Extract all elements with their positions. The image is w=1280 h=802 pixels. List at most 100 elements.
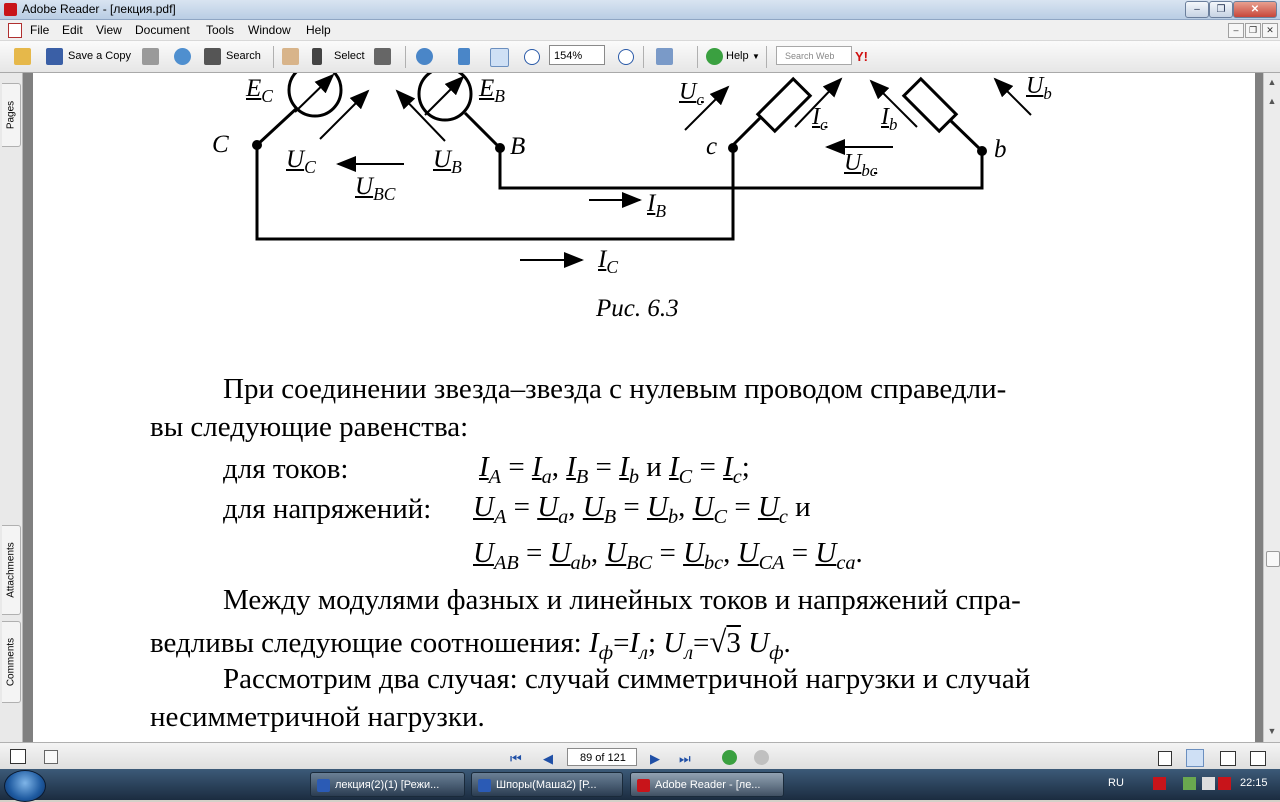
select-button[interactable]: Select	[334, 46, 365, 67]
label-ubc: UBC	[355, 173, 396, 204]
binoculars-icon	[204, 48, 221, 65]
label-node-b-load: b	[994, 136, 1007, 163]
taskbar-item-word-2[interactable]: Шпоры(Маша2) [Р...	[471, 772, 623, 797]
print-icon[interactable]	[142, 48, 159, 65]
help-icon[interactable]	[706, 48, 723, 65]
menu-help[interactable]: Help	[306, 23, 331, 37]
help-button[interactable]: Help	[726, 46, 749, 67]
restore-button[interactable]: ❐	[1209, 1, 1233, 18]
zoom-level-value: 154%	[554, 50, 583, 62]
clock[interactable]: 22:15	[1240, 777, 1268, 789]
tab-pages[interactable]: Pages	[2, 83, 21, 147]
status-bar: ⏮ ◀ 89 of 121 ▶ ⏭	[0, 742, 1280, 770]
hand-tool-icon[interactable]	[282, 48, 299, 65]
window-title: Adobe Reader - [лекция.pdf]	[22, 2, 176, 16]
yahoo-icon[interactable]: Y!	[855, 46, 868, 67]
tray-flag-icon[interactable]	[1153, 777, 1166, 790]
zoom-in-circle-icon[interactable]	[618, 49, 634, 65]
last-page-icon[interactable]: ⏭	[679, 751, 691, 767]
arrow-ub	[395, 89, 446, 142]
doc-minimize-button[interactable]: ‒	[1228, 23, 1244, 38]
menu-view[interactable]: View	[96, 23, 122, 37]
adobe-reader-icon	[4, 3, 17, 16]
save-icon[interactable]	[46, 48, 63, 65]
next-page-icon[interactable]: ▶	[650, 751, 660, 767]
scroll-up-page-icon[interactable]: ▲	[1266, 95, 1278, 107]
menu-file[interactable]: File	[30, 23, 49, 37]
label-eb: EB	[479, 75, 505, 106]
menu-window[interactable]: Window	[248, 23, 291, 37]
doc-close-button[interactable]: ✕	[1262, 23, 1278, 38]
go-back-icon[interactable]	[722, 750, 737, 765]
email-icon[interactable]	[174, 48, 191, 65]
wire-c-leg	[255, 106, 299, 147]
toolbar-divider	[766, 46, 767, 68]
paragraph-2-line-1: Между модулями фазных и линейных токов и…	[223, 584, 1021, 616]
paragraph-2-line-2-text: ведливы следующие соотношения:	[150, 627, 582, 659]
taskbar-item-word-2-label: Шпоры(Маша2) [Р...	[496, 779, 597, 791]
menu-edit[interactable]: Edit	[62, 23, 83, 37]
vertical-scrollbar[interactable]: ▲ ▲ ▼	[1263, 73, 1280, 742]
node-b-load	[977, 146, 987, 156]
previous-page-icon[interactable]: ◀	[543, 751, 553, 767]
page-size-icon[interactable]	[44, 750, 58, 764]
zoom-level-input[interactable]: 154%	[549, 45, 605, 65]
emf-arrow-b	[424, 75, 465, 116]
start-button[interactable]	[4, 770, 46, 802]
word-document-icon	[478, 779, 491, 792]
menu-tools[interactable]: Tools	[206, 23, 234, 37]
label-node-c: C	[212, 131, 229, 158]
label-uc-load: Uc	[679, 79, 704, 109]
conj-and: и	[646, 451, 662, 483]
label-ib: IB	[647, 190, 667, 221]
tray-network-icon[interactable]	[1183, 777, 1196, 790]
scroll-down-icon[interactable]: ▼	[1266, 725, 1278, 737]
open-folder-icon[interactable]	[14, 48, 31, 65]
page-number-input[interactable]: 89 of 121	[567, 748, 637, 766]
document-icon[interactable]	[8, 23, 22, 38]
label-ubc-load: Ubc	[844, 150, 878, 180]
scroll-thumb[interactable]	[1266, 551, 1280, 567]
pdf-page: EC EB C B UC UB UBC IB IC c b Uc Ic Ib U…	[33, 73, 1255, 742]
zoom-in-icon[interactable]	[416, 48, 433, 65]
taskbar-item-word-1[interactable]: лекция(2)(1) [Режи...	[310, 772, 465, 797]
chevron-down-icon[interactable]: ▼	[752, 46, 760, 67]
scroll-up-icon[interactable]: ▲	[1266, 76, 1278, 88]
tab-comments[interactable]: Comments	[2, 621, 21, 703]
node-c-load	[728, 143, 738, 153]
search-web-input[interactable]: Search Web	[776, 46, 852, 65]
save-copy-button[interactable]: Save a Copy	[68, 46, 131, 67]
tray-security-icon[interactable]	[1218, 777, 1231, 790]
go-forward-icon[interactable]	[754, 750, 769, 765]
doc-restore-button[interactable]: ❐	[1245, 23, 1261, 38]
tab-attachments[interactable]: Attachments	[2, 525, 21, 615]
fit-width-icon[interactable]	[490, 48, 509, 67]
paragraph-3-line-1: Рассмотрим два случая: случай симметричн…	[223, 663, 1031, 695]
page-layout-icon[interactable]	[656, 48, 673, 65]
language-indicator[interactable]: RU	[1108, 777, 1124, 789]
figure-caption: Рис. 6.3	[596, 295, 679, 322]
fit-page-icon[interactable]	[458, 48, 470, 65]
single-page-view-icon[interactable]	[1158, 751, 1172, 766]
search-button[interactable]: Search	[226, 46, 261, 67]
wire-b-loop	[498, 148, 984, 190]
load-c-resistor	[755, 76, 813, 134]
label-node-c-load: c	[706, 133, 718, 160]
paragraph-1-line-2: вы следующие равенства:	[150, 411, 469, 443]
menu-document[interactable]: Document	[135, 23, 190, 37]
minimize-button[interactable]: ‒	[1185, 1, 1209, 18]
snapshot-camera-icon[interactable]	[374, 48, 391, 65]
continuous-view-icon[interactable]	[1186, 749, 1204, 767]
toolbar-divider	[405, 46, 406, 68]
continuous-facing-view-icon[interactable]	[1250, 751, 1266, 766]
tray-volume-icon[interactable]	[1202, 777, 1215, 790]
circuit-diagram	[252, 73, 1032, 268]
close-button[interactable]: ✕	[1233, 1, 1277, 18]
first-page-icon[interactable]: ⏮	[510, 751, 522, 767]
page-thumbnail-icon[interactable]	[10, 749, 26, 764]
facing-view-icon[interactable]	[1220, 751, 1236, 766]
taskbar: лекция(2)(1) [Режи... Шпоры(Маша2) [Р...…	[0, 769, 1280, 802]
document-area[interactable]: EC EB C B UC UB UBC IB IC c b Uc Ic Ib U…	[23, 73, 1263, 742]
taskbar-item-adobe-reader[interactable]: Adobe Reader - [ле...	[630, 772, 784, 797]
zoom-out-icon[interactable]	[524, 49, 540, 65]
